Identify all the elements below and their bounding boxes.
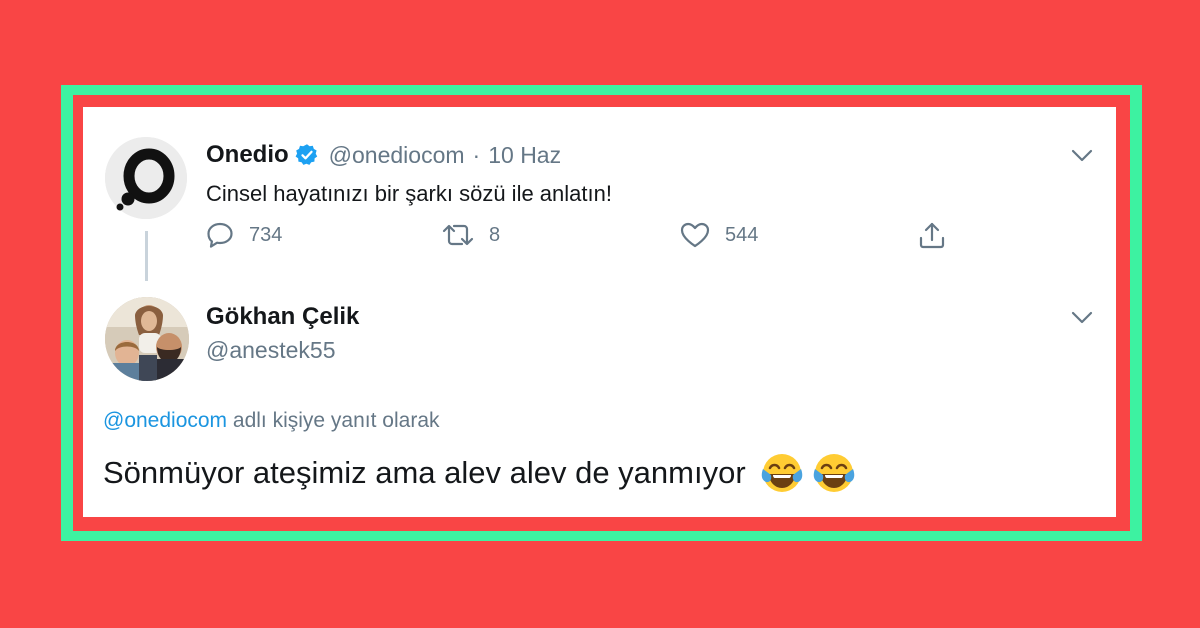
- reply-text-line: Sönmüyor ateşimiz ama alev alev de yanmı…: [103, 451, 856, 495]
- retweet-count: 8: [489, 223, 501, 246]
- author-name[interactable]: Onedio: [206, 141, 289, 169]
- separator-dot: ·: [472, 141, 481, 168]
- face-with-tears-of-joy-icon: [813, 454, 854, 492]
- share-icon: [919, 222, 945, 249]
- onedio-logo-icon: [105, 137, 187, 219]
- onedio-avatar[interactable]: [105, 137, 187, 219]
- user-avatar[interactable]: [105, 297, 189, 381]
- share-action[interactable]: [917, 221, 947, 251]
- like-count: 544: [725, 223, 759, 246]
- thread-connector: [145, 231, 148, 281]
- reply-count: 734: [249, 223, 283, 246]
- face-with-tears-of-joy-icon: [761, 454, 802, 492]
- green-frame: Onedio @onediocom · 10 Haz Cinsel hayatı…: [61, 85, 1142, 541]
- tweet-text: Cinsel hayatınızı bir şarkı sözü ile anl…: [206, 181, 612, 206]
- reply-author-handle[interactable]: @anestek55: [206, 337, 336, 364]
- tweet-card: Onedio @onediocom · 10 Haz Cinsel hayatı…: [83, 107, 1116, 517]
- replying-to: @onediocom adlı kişiye yanıt olarak: [103, 409, 440, 433]
- reply-author-name[interactable]: Gökhan Çelik: [206, 303, 359, 331]
- chevron-down-icon[interactable]: [1071, 149, 1093, 163]
- tweet-date[interactable]: 10 Haz: [488, 142, 561, 169]
- red-inner-border: Onedio @onediocom · 10 Haz Cinsel hayatı…: [73, 95, 1130, 531]
- retweet-action[interactable]: 8: [441, 221, 500, 249]
- retweet-icon: [442, 224, 474, 246]
- like-action[interactable]: 544: [679, 221, 758, 249]
- user-photo-avatar: [105, 297, 189, 381]
- replying-to-link[interactable]: @onediocom: [103, 409, 227, 432]
- reply-icon: [207, 222, 233, 248]
- reply-text: Sönmüyor ateşimiz ama alev alev de yanmı…: [103, 455, 746, 490]
- replying-to-suffix: adlı kişiye yanıt olarak: [227, 409, 440, 432]
- chevron-down-icon[interactable]: [1071, 311, 1093, 325]
- heart-icon: [680, 222, 710, 248]
- reply-action[interactable]: 734: [205, 221, 282, 249]
- verified-badge-icon: [295, 144, 317, 165]
- tweet-header: Onedio @onediocom · 10 Haz: [206, 141, 561, 169]
- author-handle[interactable]: @onediocom: [329, 142, 465, 169]
